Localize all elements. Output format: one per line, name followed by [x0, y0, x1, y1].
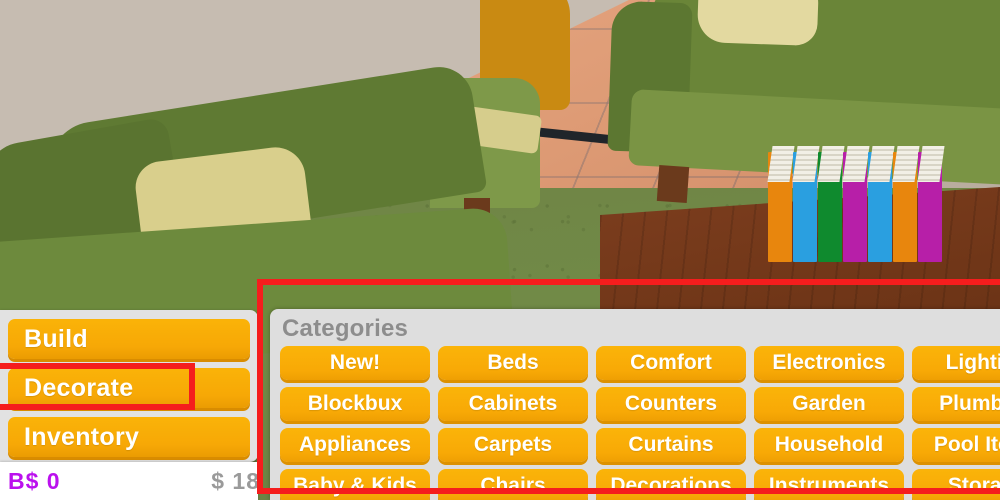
category-button-chairs[interactable]: Chairs [438, 469, 588, 500]
book [767, 146, 795, 262]
category-button-new[interactable]: New! [280, 346, 430, 380]
book-pages [892, 146, 920, 182]
game-screen: Build Decorate Inventory B$ 0 $ 18 Categ… [0, 0, 1000, 500]
category-button-pool-items[interactable]: Pool Items [912, 428, 1000, 462]
categories-panel: Categories New! Beds Comfort Electronics Lig… [270, 309, 1000, 500]
book [817, 146, 845, 262]
categories-row: New!BedsComfortElectronicsLighting [280, 346, 1000, 387]
book-pages [867, 146, 895, 182]
category-button-garden[interactable]: Garden [754, 387, 904, 421]
categories-row: Baby & Kids Chairs Decorations Instruments S… [280, 469, 1000, 500]
category-button-instruments[interactable]: Instruments [754, 469, 904, 500]
category-button-lighting[interactable]: Lighting [912, 346, 1000, 380]
book-pages [842, 146, 870, 182]
category-button-decorations[interactable]: Decorations [596, 469, 746, 500]
sidebar-item-decorate[interactable]: Decorate [8, 368, 250, 408]
category-button-household[interactable]: Household [754, 428, 904, 462]
categories-row: BlockbuxCabinetsCountersGardenPlumbing [280, 387, 1000, 428]
sidebar-item-inventory[interactable]: Inventory [8, 417, 250, 457]
book [842, 146, 870, 262]
category-button-carpets[interactable]: Carpets [438, 428, 588, 462]
category-button-curtains[interactable]: Curtains [596, 428, 746, 462]
categories-title: Categories [282, 315, 409, 342]
categories-row: Appliances Carpets Curtains Household Pool I… [280, 428, 1000, 469]
blockbux-balance: B$ 0 [8, 468, 61, 494]
build-mode-sidebar: Build Decorate Inventory [0, 310, 258, 462]
category-button-cabinets[interactable]: Cabinets [438, 387, 588, 421]
book [792, 146, 820, 262]
currency-bar: B$ 0 $ 18 [0, 462, 260, 500]
category-button-counters[interactable]: Counters [596, 387, 746, 421]
book-pages [792, 146, 820, 182]
category-button-plumbing[interactable]: Plumbing [912, 387, 1000, 421]
category-button-blockbux[interactable]: Blockbux [280, 387, 430, 421]
book [892, 146, 920, 262]
category-button-storage[interactable]: Storage [912, 469, 1000, 500]
book-pages [917, 146, 945, 182]
book-pages [817, 146, 845, 182]
category-button-baby-kids[interactable]: Baby & Kids [280, 469, 430, 500]
sofa-left [0, 40, 520, 374]
book [867, 146, 895, 262]
category-button-electronics[interactable]: Electronics [754, 346, 904, 380]
book [917, 146, 945, 262]
money-balance: $ 18 [211, 468, 260, 494]
sidebar-item-build[interactable]: Build [8, 319, 250, 359]
category-button-beds[interactable]: Beds [438, 346, 588, 380]
books-stack [767, 146, 958, 262]
book-pages [767, 146, 795, 182]
category-button-comfort[interactable]: Comfort [596, 346, 746, 380]
categories-grid: New!BedsComfortElectronicsLightingBlockb… [280, 346, 1000, 500]
category-button-appliances[interactable]: Appliances [280, 428, 430, 462]
